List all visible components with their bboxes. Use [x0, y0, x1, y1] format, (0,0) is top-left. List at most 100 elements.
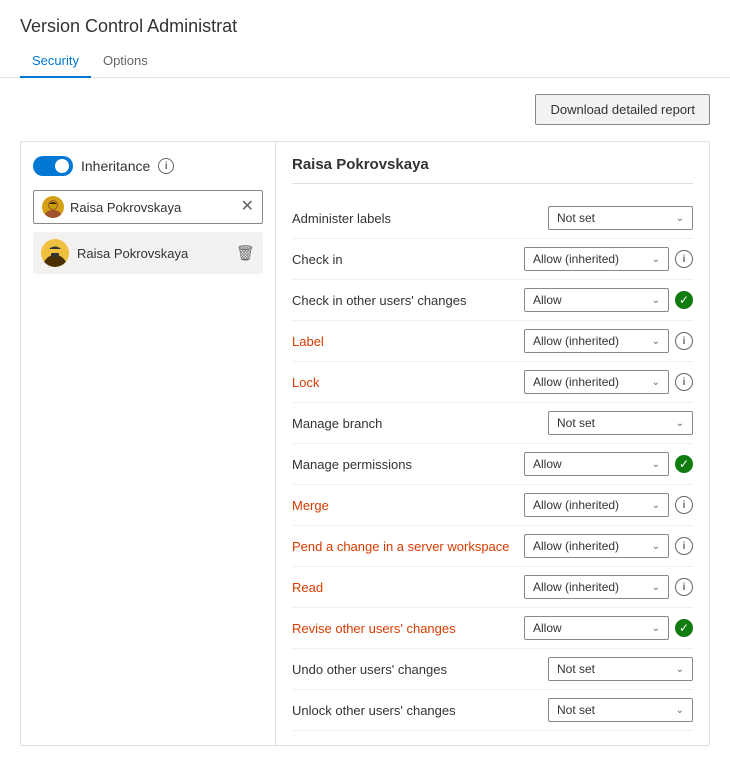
- permission-dropdown-container: Allow (inherited) ⌄ i: [524, 493, 693, 517]
- permission-dropdown-container: Not set ⌄: [548, 206, 693, 230]
- inheritance-info-icon[interactable]: i: [158, 158, 174, 174]
- inheritance-toggle[interactable]: [33, 156, 73, 176]
- permission-name: Manage branch: [292, 416, 548, 431]
- permission-dropdown[interactable]: Not set ⌄: [548, 657, 693, 681]
- permission-dropdown[interactable]: Allow ⌄: [524, 616, 669, 640]
- permission-dropdown[interactable]: Allow (inherited) ⌄: [524, 493, 669, 517]
- chevron-down-icon: ⌄: [676, 705, 684, 716]
- table-row: Pend a change in a server workspaceAllow…: [292, 526, 693, 567]
- page-title: Version Control Administrat: [0, 0, 730, 45]
- permission-dropdown-container: Allow (inherited)⌄ i: [524, 370, 693, 394]
- info-icon[interactable]: i: [675, 332, 693, 350]
- table-row: Revise other users' changes Allow ⌄ ✓: [292, 608, 693, 649]
- permission-dropdown-container: Not set ⌄: [548, 698, 693, 722]
- dropdown-value: Allow: [533, 293, 646, 307]
- dropdown-value: Not set: [557, 662, 670, 676]
- permission-name: Revise other users' changes: [292, 621, 524, 636]
- check-icon: ✓: [675, 619, 693, 637]
- chevron-down-icon: ⌄: [652, 500, 660, 511]
- search-user-name: Raisa Pokrovskaya: [70, 200, 235, 215]
- permission-dropdown[interactable]: Allow (inherited) ⌄: [524, 247, 669, 271]
- page-container: Version Control Administrat Security Opt…: [0, 0, 730, 762]
- permission-dropdown-container: Allow (inherited)⌄ i: [524, 534, 693, 558]
- chevron-down-icon: ⌄: [652, 459, 660, 470]
- permission-name: Check in: [292, 252, 524, 267]
- info-icon[interactable]: i: [675, 250, 693, 268]
- dropdown-value: Allow (inherited): [533, 580, 646, 594]
- permission-dropdown-container: Not set⌄: [548, 411, 693, 435]
- dropdown-value: Allow: [533, 621, 646, 635]
- info-icon[interactable]: i: [675, 496, 693, 514]
- chevron-down-icon: ⌄: [652, 254, 660, 265]
- search-user-input[interactable]: Raisa Pokrovskaya ✕: [33, 190, 263, 224]
- permission-name: Read: [292, 580, 524, 595]
- inheritance-label: Inheritance: [81, 158, 150, 174]
- tab-options[interactable]: Options: [91, 45, 160, 78]
- permission-dropdown[interactable]: Allow (inherited)⌄: [524, 534, 669, 558]
- table-row: Manage permissions Allow ⌄ ✓: [292, 444, 693, 485]
- permission-dropdown-container: Allow (inherited) ⌄ i: [524, 329, 693, 353]
- table-row: Administer labelsNot set⌄: [292, 198, 693, 239]
- dropdown-value: Not set: [557, 211, 670, 225]
- main-panel: Inheritance i Raisa Pokrovskaya ✕: [20, 141, 710, 746]
- check-icon: ✓: [675, 291, 693, 309]
- table-row: Check in other users' changes Allow ⌄ ✓: [292, 280, 693, 321]
- dropdown-value: Allow (inherited): [533, 334, 646, 348]
- chevron-down-icon: ⌄: [676, 213, 684, 224]
- table-row: Check in Allow (inherited) ⌄ i: [292, 239, 693, 280]
- permission-name: Undo other users' changes: [292, 662, 548, 677]
- table-row: Merge Allow (inherited) ⌄ i: [292, 485, 693, 526]
- table-row: LockAllow (inherited)⌄i: [292, 362, 693, 403]
- permission-name: Unlock other users' changes: [292, 703, 548, 718]
- permission-name: Manage permissions: [292, 457, 524, 472]
- permission-dropdown[interactable]: Allow ⌄: [524, 452, 669, 476]
- tab-security[interactable]: Security: [20, 45, 91, 78]
- chevron-down-icon: ⌄: [676, 664, 684, 675]
- inheritance-row: Inheritance i: [33, 156, 263, 176]
- info-icon[interactable]: i: [675, 578, 693, 596]
- permission-dropdown[interactable]: Allow (inherited) ⌄: [524, 329, 669, 353]
- info-icon[interactable]: i: [675, 373, 693, 391]
- permission-dropdown[interactable]: Not set ⌄: [548, 206, 693, 230]
- chevron-down-icon: ⌄: [652, 336, 660, 347]
- download-report-button[interactable]: Download detailed report: [535, 94, 710, 125]
- dropdown-value: Allow (inherited): [533, 498, 646, 512]
- search-user-avatar: [42, 196, 64, 218]
- info-icon[interactable]: i: [675, 537, 693, 555]
- permission-name: Check in other users' changes: [292, 293, 524, 308]
- chevron-down-icon: ⌄: [652, 623, 660, 634]
- close-search-user-button[interactable]: ✕: [241, 199, 254, 215]
- permission-dropdown[interactable]: Not set⌄: [548, 411, 693, 435]
- permission-name: Label: [292, 334, 524, 349]
- dropdown-value: Not set: [557, 703, 670, 717]
- permissions-list: Administer labelsNot set⌄Check inAllow (…: [292, 198, 693, 731]
- permission-dropdown-container: Not set ⌄: [548, 657, 693, 681]
- delete-user-icon[interactable]: 🗑: [236, 244, 255, 262]
- permission-name: Merge: [292, 498, 524, 513]
- dropdown-value: Allow (inherited): [533, 252, 646, 266]
- table-row: Unlock other users' changes Not set ⌄: [292, 690, 693, 731]
- table-row: Manage branchNot set⌄: [292, 403, 693, 444]
- permission-dropdown-container: Allow (inherited)⌄ i: [524, 575, 693, 599]
- toolbar: Download detailed report: [20, 94, 710, 125]
- dropdown-value: Allow: [533, 457, 646, 471]
- right-panel: Raisa Pokrovskaya Administer labelsNot s…: [276, 142, 709, 745]
- permission-dropdown-container: Allow ⌄ ✓: [524, 288, 693, 312]
- table-row: Label Allow (inherited) ⌄ i: [292, 321, 693, 362]
- permission-user-title: Raisa Pokrovskaya: [292, 156, 693, 184]
- check-icon: ✓: [675, 455, 693, 473]
- user-list-name: Raisa Pokrovskaya: [77, 246, 228, 261]
- permission-dropdown[interactable]: Allow ⌄: [524, 288, 669, 312]
- permission-dropdown[interactable]: Allow (inherited)⌄: [524, 370, 669, 394]
- permission-dropdown[interactable]: Allow (inherited)⌄: [524, 575, 669, 599]
- list-item[interactable]: Raisa Pokrovskaya 🗑: [33, 232, 263, 274]
- permission-dropdown[interactable]: Not set ⌄: [548, 698, 693, 722]
- permission-dropdown-container: Allow (inherited) ⌄ i: [524, 247, 693, 271]
- chevron-down-icon: ⌄: [652, 295, 660, 306]
- table-row: Undo other users' changes Not set ⌄: [292, 649, 693, 690]
- content-area: Download detailed report Inheritance i: [0, 78, 730, 762]
- dropdown-value: Not set: [557, 416, 670, 430]
- tabs-bar: Security Options: [0, 45, 730, 78]
- dropdown-value: Allow (inherited): [533, 539, 646, 553]
- permission-dropdown-container: Allow ⌄ ✓: [524, 616, 693, 640]
